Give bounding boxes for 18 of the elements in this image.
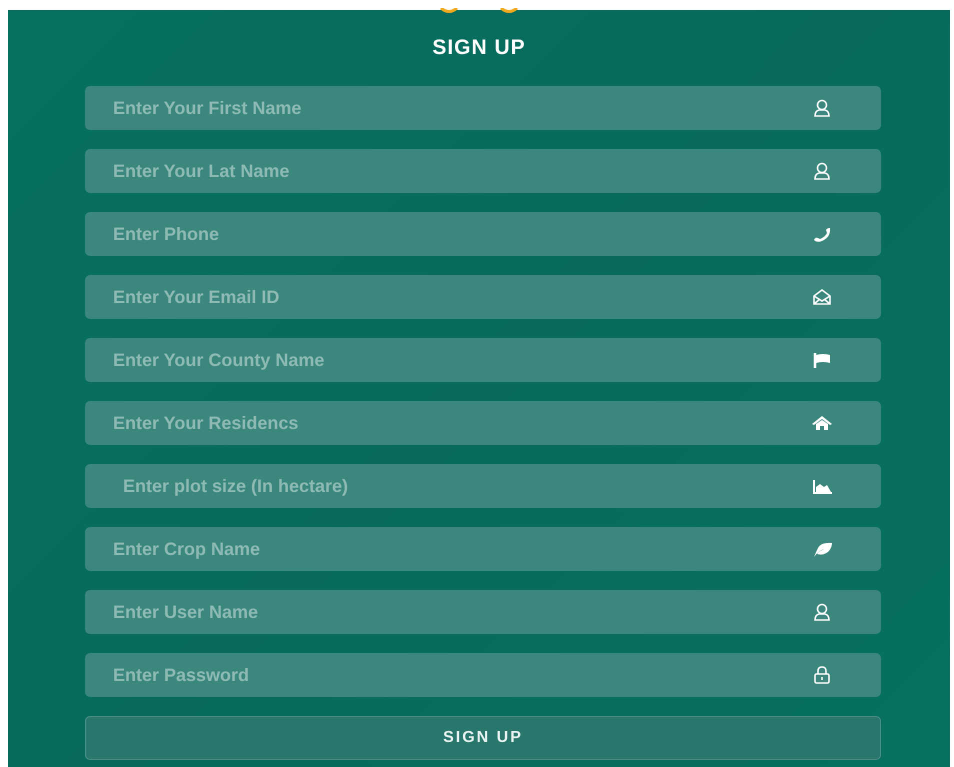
- user-icon: [811, 602, 833, 622]
- lock-icon: [811, 665, 833, 686]
- flag-icon: [811, 350, 833, 370]
- envelope-icon: [811, 287, 833, 308]
- input-field[interactable]: Enter Your Email ID: [85, 275, 881, 320]
- input-field[interactable]: Enter Your County Name: [85, 338, 881, 382]
- input-field[interactable]: Enter Your Residencs: [85, 401, 881, 446]
- input-field[interactable]: Enter Crop Name: [85, 527, 881, 572]
- input-field[interactable]: Enter Phone: [85, 212, 881, 256]
- user-icon: [811, 98, 833, 118]
- input-field[interactable]: Enter Your First Name: [85, 86, 881, 130]
- sign-up-button[interactable]: SIGN UP: [85, 716, 881, 760]
- input-field[interactable]: Enter Your Lat Name: [85, 149, 881, 194]
- input-field[interactable]: Enter User Name: [85, 590, 881, 634]
- input-field[interactable]: Enter plot size (In hectare): [85, 464, 881, 508]
- input-field[interactable]: Enter Password: [85, 653, 881, 698]
- user-icon: [811, 161, 833, 182]
- form-title: SIGN UP: [431, 35, 527, 60]
